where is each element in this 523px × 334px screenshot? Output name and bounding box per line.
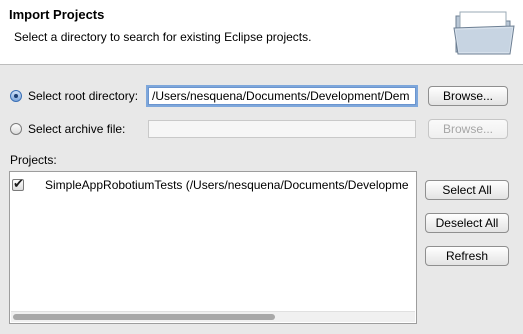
folder-icon xyxy=(453,11,515,55)
root-directory-field[interactable]: /Users/nesquena/Documents/Development/De… xyxy=(148,87,416,105)
browse-archive-button[interactable]: Browse... xyxy=(428,119,508,139)
project-checkbox[interactable] xyxy=(12,176,24,192)
projects-label: Projects: xyxy=(10,153,57,167)
project-name: SimpleAppRobotiumTests (/Users/nesquena/… xyxy=(45,178,409,192)
root-directory-radio[interactable] xyxy=(10,90,22,102)
root-directory-option[interactable]: Select root directory: xyxy=(10,89,138,103)
archive-file-field[interactable] xyxy=(148,120,416,138)
scrollbar-thumb[interactable] xyxy=(13,314,275,320)
archive-file-label: Select archive file: xyxy=(28,122,126,136)
archive-file-radio[interactable] xyxy=(10,123,22,135)
horizontal-scrollbar[interactable] xyxy=(11,311,415,322)
wizard-header: Import Projects Select a directory to se… xyxy=(0,0,523,65)
select-all-button[interactable]: Select All xyxy=(425,180,509,200)
archive-file-option[interactable]: Select archive file: xyxy=(10,122,125,136)
refresh-button[interactable]: Refresh xyxy=(425,246,509,266)
projects-list[interactable]: SimpleAppRobotiumTests (/Users/nesquena/… xyxy=(9,171,417,324)
root-directory-label: Select root directory: xyxy=(28,89,139,103)
deselect-all-button[interactable]: Deselect All xyxy=(425,213,509,233)
page-title: Import Projects xyxy=(9,7,105,22)
list-item[interactable]: SimpleAppRobotiumTests (/Users/nesquena/… xyxy=(12,176,409,192)
browse-root-button[interactable]: Browse... xyxy=(428,86,508,106)
page-description: Select a directory to search for existin… xyxy=(14,30,312,44)
